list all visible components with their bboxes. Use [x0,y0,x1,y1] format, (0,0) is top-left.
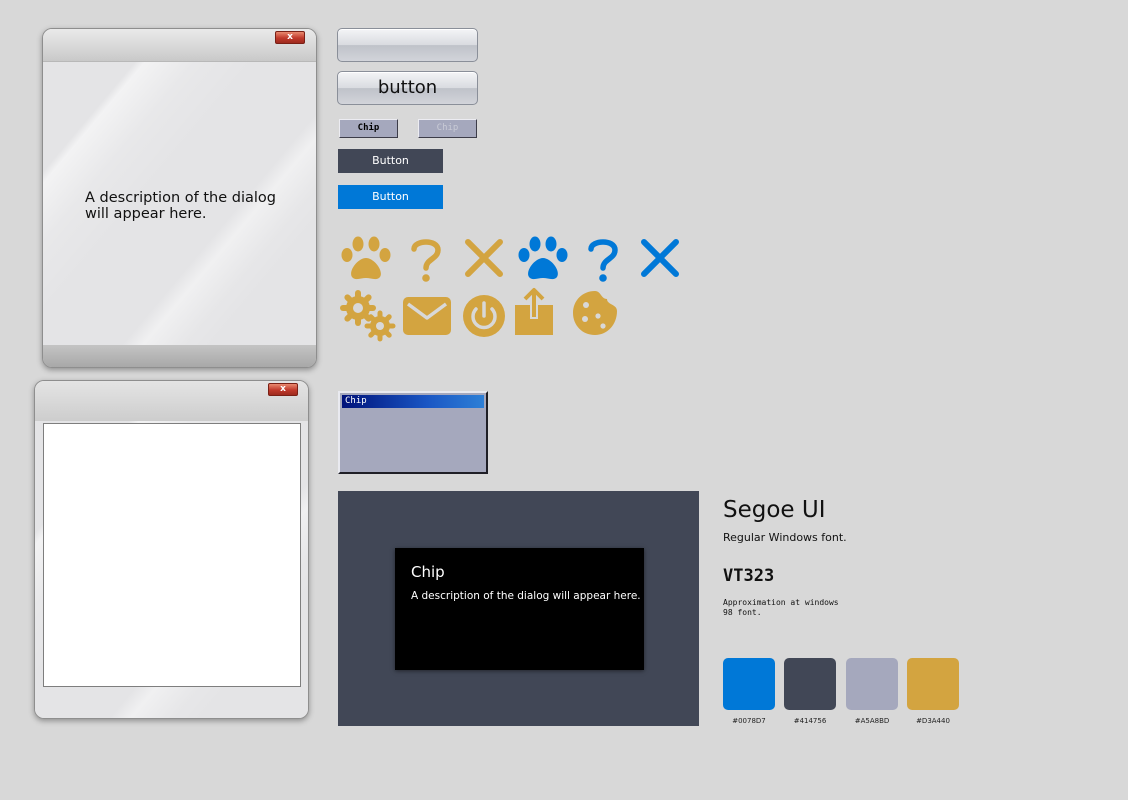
aero-window-close-button[interactable]: x [268,383,298,396]
dark-modal-title: Chip [411,563,445,581]
share-icon [515,288,553,335]
vt323-description-line: 98 font. [723,608,762,617]
dark-modal-description: A description of the dialog will appear … [411,590,641,602]
vt323-font-title: VT323 [723,566,775,586]
question-icon [411,239,441,282]
vt323-font-description: Approximation at windows 98 font. [723,598,839,618]
w98-window-titlebar[interactable]: Chip [342,395,484,408]
color-swatch-label: #414756 [793,717,827,725]
color-swatch-label: #0078D7 [732,717,766,725]
aero-dialog-close-button[interactable]: x [275,31,305,44]
color-swatch-dark [784,658,836,710]
aero-dialog-footer [43,345,316,367]
mail-icon [403,297,451,335]
aero-window: x [34,380,309,719]
aero-empty-button[interactable] [337,28,478,62]
color-swatch-label: #D3A440 [916,717,950,725]
w98-window: Chip [338,391,488,474]
aero-dialog: x A description of the dialog will appea… [42,28,317,368]
cookie-icon [573,291,617,335]
vt323-description-line: Approximation at windows [723,598,839,607]
aero-window-content [43,423,301,687]
dark-backdrop-panel: Chip A description of the dialog will ap… [338,491,699,726]
close-icon [641,239,679,277]
color-swatch-grey [846,658,898,710]
w98-chip-button-disabled: Chip [418,119,477,138]
color-swatch-gold [907,658,959,710]
color-swatch-blue [723,658,775,710]
segoe-font-title: Segoe UI [723,497,826,523]
aero-dialog-body: A description of the dialog will appear … [43,62,316,345]
aero-dialog-titlebar[interactable]: x [43,29,316,62]
question-icon [588,239,618,282]
power-icon [463,295,505,337]
aero-window-titlebar[interactable]: x [35,381,308,421]
dark-flat-button[interactable]: Button [338,149,443,173]
w98-chip-button[interactable]: Chip [339,119,398,138]
segoe-font-description: Regular Windows font. [723,531,847,544]
gear-icon [340,290,396,342]
paw-icon [518,236,568,280]
color-swatch-label: #A5A8BD [854,717,890,725]
paw-icon [341,236,391,280]
dark-modal-dialog: Chip A description of the dialog will ap… [395,548,644,670]
close-icon [465,239,503,277]
aero-button[interactable]: button [337,71,478,105]
aero-dialog-description: A description of the dialog will appear … [85,190,276,222]
blue-flat-button[interactable]: Button [338,185,443,209]
